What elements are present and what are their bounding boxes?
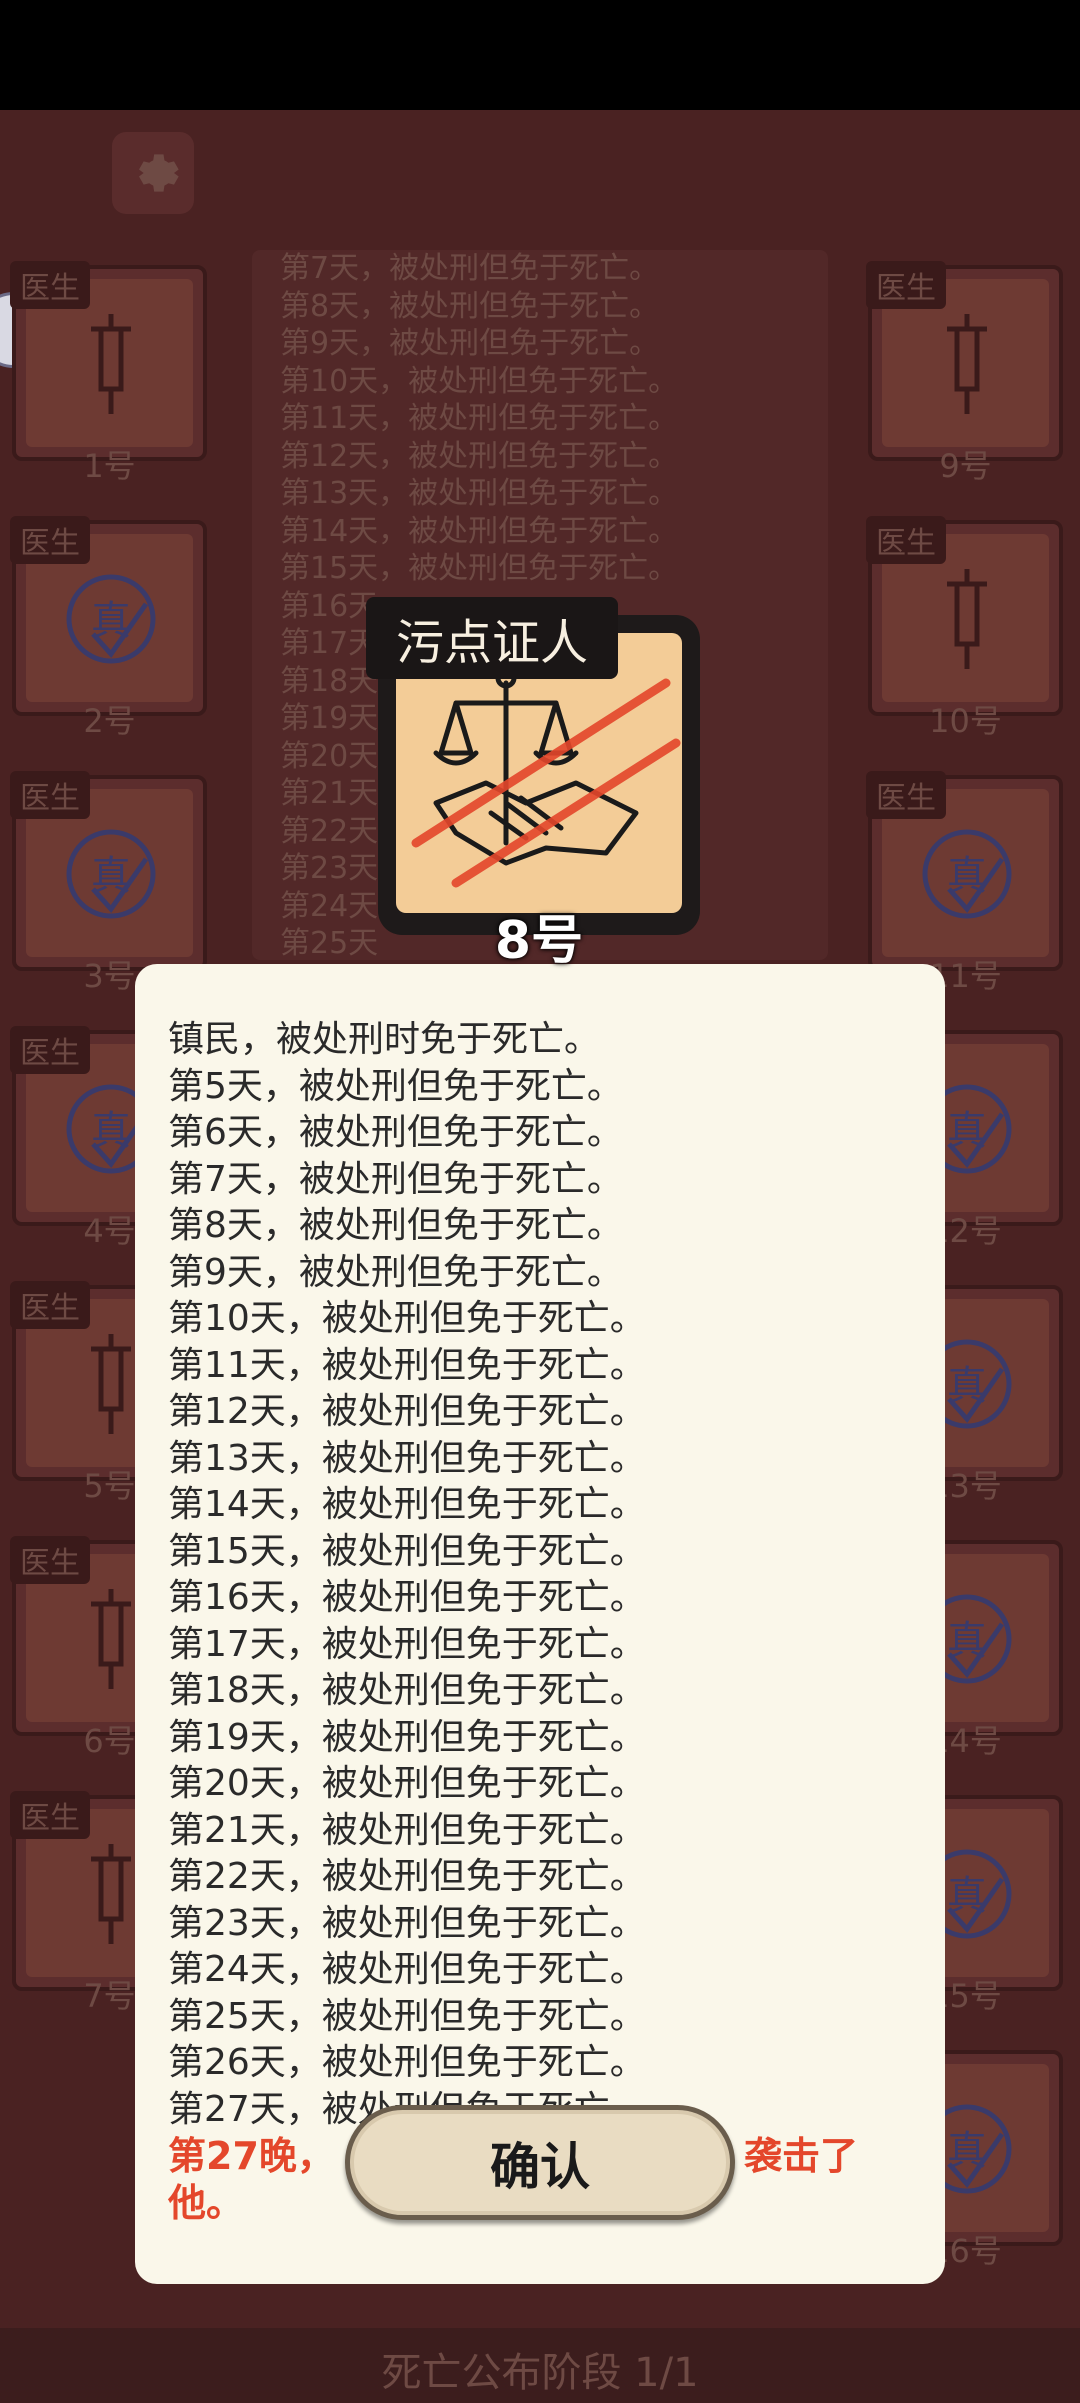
player-card-left-2[interactable]: 真医生 2号: [10, 516, 207, 740]
role-number: 8号: [494, 911, 584, 971]
role-tag: 医生: [10, 1536, 90, 1584]
role-card: 污点证人 8号: [366, 597, 700, 971]
role-tag: 医生: [10, 771, 90, 819]
role-tag: 医生: [10, 1791, 90, 1839]
log-line: 第12天，被处刑但免于死亡。: [280, 438, 679, 474]
svg-text:真: 真: [947, 1873, 987, 1919]
card-icon: 真: [917, 819, 1017, 929]
dialog-line: 镇民，被处刑时免于死亡。: [168, 1019, 601, 1060]
role-tag: 医生: [10, 516, 90, 564]
status-bar: [0, 0, 1080, 110]
dialog-line: 第12天，被处刑但免于死亡。: [168, 1391, 646, 1432]
dialog-text: 镇民，被处刑时免于死亡。 第5天，被处刑但免于死亡。 第6天，被处刑但免于死亡。 第7…: [168, 1017, 915, 2226]
card-icon: [61, 309, 161, 419]
dialog-line: 第18天，被处刑但免于死亡。: [168, 1670, 646, 1711]
log-line: 第14天，被处刑但免于死亡。: [280, 513, 679, 549]
settings-button[interactable]: [112, 132, 194, 214]
log-line: 第10天，被处刑但免于死亡。: [280, 363, 679, 399]
log-line: 第8天，被处刑但免于死亡。: [280, 288, 660, 324]
truth-stamp-icon: 真: [922, 829, 1012, 919]
svg-text:真: 真: [947, 1618, 987, 1664]
dialog-line: 第10天，被处刑但免于死亡。: [168, 1298, 646, 1339]
card-icon: 真: [61, 564, 161, 674]
dialog-line: 第24天，被处刑但免于死亡。: [168, 1949, 646, 1990]
phase-bar: 死亡公布阶段 1/1: [0, 2328, 1080, 2403]
card-icon: 真: [61, 819, 161, 929]
dialog-line: 第23天，被处刑但免于死亡。: [168, 1902, 646, 1944]
syringe-icon: [91, 314, 131, 414]
role-tag: 医生: [10, 261, 90, 309]
attack-notice-start: 第27晚，: [168, 2134, 335, 2178]
attack-notice-end: 袭击了: [743, 2134, 858, 2178]
dialog-line: 第21天，被处刑但免于死亡。: [168, 1809, 646, 1851]
dialog-line: 第9天，被处刑但免于死亡。: [168, 1251, 623, 1293]
dialog-line: 第19天，被处刑但免于死亡。: [168, 1716, 646, 1758]
log-line: 第13天，被处刑但免于死亡。: [280, 476, 679, 511]
svg-text:真: 真: [947, 1363, 987, 1409]
player-card-right-1[interactable]: 医生 9号: [866, 261, 1063, 485]
svg-text:真: 真: [91, 853, 131, 899]
player-card-right-2[interactable]: 医生 10号: [866, 516, 1063, 740]
dialog-line: 第25天，被处刑但免于死亡。: [168, 1995, 646, 2037]
syringe-icon: [947, 314, 987, 414]
dialog-line: 第17天，被处刑但免于死亡。: [168, 1623, 646, 1665]
dialog-line: 第13天，被处刑但免于死亡。: [168, 1437, 646, 1479]
player-card-left-3[interactable]: 真医生 3号: [10, 771, 207, 995]
truth-stamp-icon: 真: [66, 574, 156, 664]
svg-text:真: 真: [947, 853, 987, 899]
role-tag: 医生: [866, 261, 946, 309]
role-tag: 医生: [866, 771, 946, 819]
dialog-line: 第20天，被处刑但免于死亡。: [168, 1763, 646, 1804]
svg-text:真: 真: [947, 2128, 987, 2174]
card-icon: [917, 564, 1017, 674]
dialog-line: 第11天，被处刑但免于死亡。: [168, 1344, 646, 1386]
role-tag: 医生: [10, 1281, 90, 1329]
syringe-icon: [947, 569, 987, 669]
dialog-line: 第5天，被处刑但免于死亡。: [168, 1065, 623, 1107]
gear-icon: [139, 154, 179, 192]
dialog-line: 第7天，被处刑但免于死亡。: [168, 1158, 623, 1200]
role-title: 污点证人: [366, 597, 619, 679]
log-line: 第7天，被处刑但免于死亡。: [280, 251, 660, 286]
svg-text:真: 真: [947, 1108, 987, 1154]
player-number: 10号: [929, 702, 1002, 740]
dialog-line: 第15天，被处刑但免于死亡。: [168, 1530, 646, 1572]
phase-label: 死亡公布阶段 1/1: [381, 2350, 699, 2396]
log-line: 第9天，被处刑但免于死亡。: [280, 326, 660, 361]
confirm-button[interactable]: 确认: [345, 2105, 735, 2220]
player-number: 9号: [939, 447, 992, 485]
dialog-line: 第26天，被处刑但免于死亡。: [168, 2042, 646, 2083]
player-card-left-1[interactable]: 医生 1号: [10, 261, 207, 485]
log-line: 第11天，被处刑但免于死亡。: [280, 401, 679, 436]
dialog-line: 第6天，被处刑但免于死亡。: [168, 1112, 623, 1153]
dialog-line: 第8天，被处刑但免于死亡。: [168, 1205, 623, 1246]
role-tag: 医生: [10, 1026, 90, 1074]
svg-text:真: 真: [91, 1108, 131, 1154]
player-card-right-3[interactable]: 真医生 11号: [866, 771, 1063, 995]
dialog-line: 第14天，被处刑但免于死亡。: [168, 1484, 646, 1525]
dialog-line: 第22天，被处刑但免于死亡。: [168, 1856, 646, 1897]
player-number: 2号: [83, 702, 136, 740]
card-icon: [917, 309, 1017, 419]
svg-text:真: 真: [91, 598, 131, 644]
log-line: 第15天，被处刑但免于死亡。: [280, 551, 679, 586]
role-tag: 医生: [866, 516, 946, 564]
dialog-line: 第16天，被处刑但免于死亡。: [168, 1577, 646, 1618]
death-info-dialog: 镇民，被处刑时免于死亡。 第5天，被处刑但免于死亡。 第6天，被处刑但免于死亡。 第7…: [135, 964, 945, 2284]
truth-stamp-icon: 真: [66, 829, 156, 919]
player-number: 1号: [83, 447, 136, 485]
